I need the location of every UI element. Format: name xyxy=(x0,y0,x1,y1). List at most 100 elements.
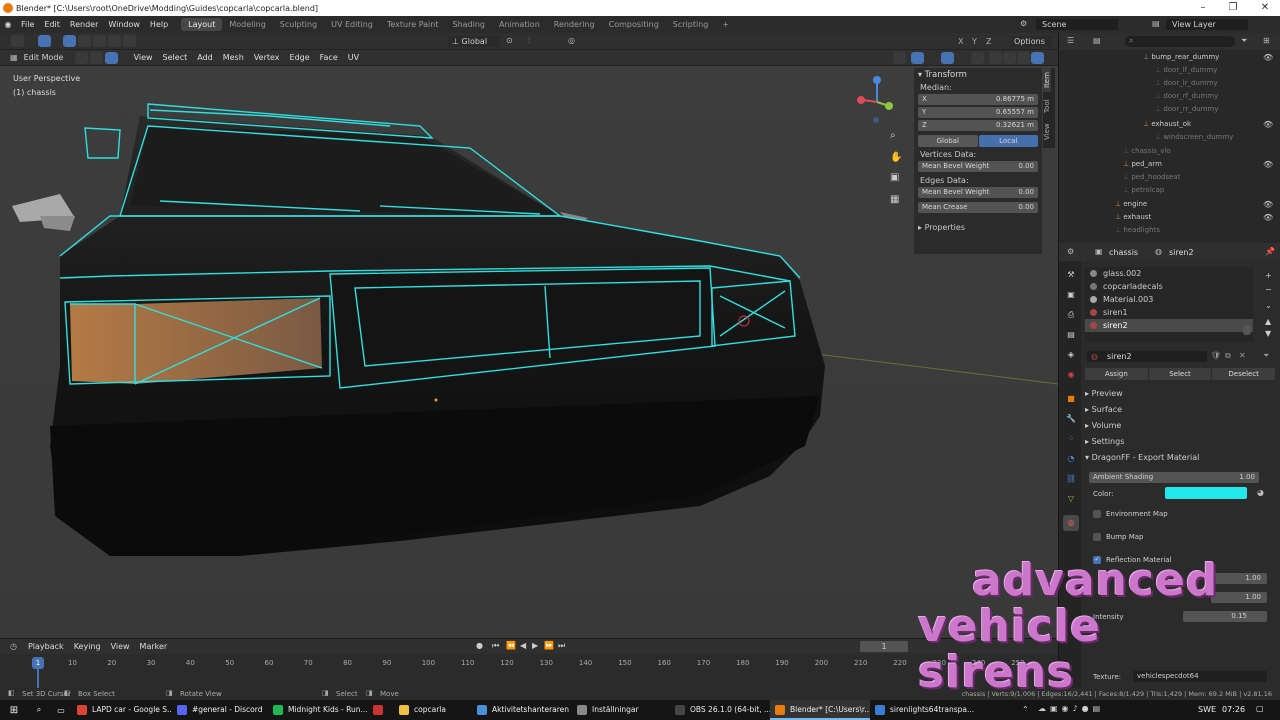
playhead[interactable]: 1 xyxy=(32,657,44,669)
data-tab-icon[interactable]: ▽ xyxy=(1063,491,1079,507)
add-workspace-icon[interactable]: + xyxy=(715,18,736,31)
outliner-item[interactable]: ⊥ ped_arm xyxy=(1123,158,1162,171)
taskbar-search-icon[interactable]: ⌕ xyxy=(28,705,50,715)
record-icon[interactable]: ● xyxy=(476,641,483,650)
bump-map-checkbox[interactable]: Bump Map xyxy=(1093,533,1144,541)
rendered-shading-icon[interactable] xyxy=(1030,52,1045,66)
edge-bevel-weight-field[interactable]: Mean Bevel Weight 0.00 xyxy=(918,187,1038,198)
modifier-tab-icon[interactable]: 🔧 xyxy=(1063,411,1079,427)
scene-name[interactable]: Scene xyxy=(1036,19,1118,30)
filter-material-icon[interactable]: ⏷ xyxy=(1263,351,1269,361)
taskbar-app[interactable]: Aktivitetshanteraren xyxy=(472,700,572,720)
environment-map-checkbox[interactable]: Environment Map xyxy=(1093,510,1168,518)
reflection-material-checkbox[interactable]: ✓ Reflection Material xyxy=(1093,556,1172,564)
filter-icon[interactable]: ⏷ xyxy=(1241,36,1247,46)
material-slot[interactable]: glass.002 xyxy=(1085,267,1253,280)
x-mirror-toggle[interactable]: X xyxy=(958,37,963,46)
menu-render[interactable]: Render xyxy=(65,20,103,29)
tab-texture-paint[interactable]: Texture Paint xyxy=(380,18,446,31)
physics-tab-icon[interactable]: ◔ xyxy=(1063,451,1079,467)
tab-shading[interactable]: Shading xyxy=(445,18,492,31)
taskbar-app[interactable]: Midnight Kids - Run... xyxy=(268,700,368,720)
visibility-eye-icon[interactable]: 👁 xyxy=(1263,213,1273,222)
move-slot-up-icon[interactable]: ▲ xyxy=(1265,317,1271,326)
menu-marker[interactable]: Marker xyxy=(135,642,173,651)
move-slot-down-icon[interactable]: ▼ xyxy=(1265,329,1271,338)
taskbar-app[interactable]: sirenlights64transpa... xyxy=(870,700,976,720)
outliner-item[interactable]: ⊥ door_rf_dummy xyxy=(1155,90,1218,103)
current-frame-field[interactable]: 1 xyxy=(860,641,908,652)
menu-select[interactable]: Select xyxy=(158,53,193,62)
select-button[interactable]: Select xyxy=(1148,368,1212,380)
display-mode-icon[interactable]: ▤ xyxy=(1093,36,1101,45)
blender-menu-icon[interactable]: ◉ xyxy=(0,20,16,29)
reflection-value-1[interactable]: 1.00 xyxy=(1211,573,1267,584)
tab-uv-editing[interactable]: UV Editing xyxy=(324,18,380,31)
outliner-item[interactable]: ⊥ bump_rear_dummy xyxy=(1143,51,1219,64)
view-layer-name[interactable]: View Layer xyxy=(1166,19,1248,30)
world-tab-icon[interactable]: ◉ xyxy=(1063,367,1079,383)
assign-button[interactable]: Assign xyxy=(1085,368,1148,380)
tab-modeling[interactable]: Modeling xyxy=(222,18,272,31)
next-keyframe-icon[interactable]: ⏩ xyxy=(544,641,554,650)
outliner-item[interactable]: ⊥ exhaust_ok xyxy=(1143,118,1191,131)
object-tab-icon[interactable]: ■ xyxy=(1063,391,1079,407)
select-box-mode-icon[interactable] xyxy=(63,35,76,47)
material-slot[interactable]: Material.003 xyxy=(1085,293,1253,306)
outliner-item[interactable]: ⊥ door_lf_dummy xyxy=(1155,64,1217,77)
visibility-icon[interactable] xyxy=(892,52,907,66)
tab-scripting[interactable]: Scripting xyxy=(666,18,716,31)
properties-editor-icon[interactable]: ⚙ xyxy=(1067,247,1074,256)
outliner-item[interactable]: ⊥ chassis_vlo xyxy=(1123,145,1171,158)
scene-icon[interactable]: ⚙ xyxy=(1020,19,1027,28)
mode-dropdown[interactable]: Edit Mode xyxy=(18,53,74,62)
material-slot-active[interactable]: siren2 xyxy=(1085,319,1253,332)
proportional-edit-icon[interactable]: ◎ xyxy=(568,36,575,45)
taskbar-app[interactable]: #general - Discord xyxy=(172,700,268,720)
jump-end-icon[interactable]: ⏭ xyxy=(558,641,565,651)
color-swatch[interactable] xyxy=(1165,487,1247,499)
wireframe-shading-icon[interactable] xyxy=(988,52,1003,66)
local-toggle[interactable]: Local xyxy=(978,135,1038,147)
options-dropdown[interactable]: Options xyxy=(1010,36,1052,47)
duplicate-material-icon[interactable]: ⧉ xyxy=(1225,351,1231,361)
unlink-material-icon[interactable]: ✕ xyxy=(1239,351,1246,360)
tab-rendering[interactable]: Rendering xyxy=(547,18,602,31)
view-layer-icon[interactable]: ▤ xyxy=(1152,19,1160,28)
tab-layout[interactable]: Layout xyxy=(181,18,223,31)
texture-field[interactable]: vehiclespecdot64 xyxy=(1133,671,1267,682)
outliner-editor-icon[interactable]: ☰ xyxy=(1067,36,1074,45)
solid-shading-icon[interactable] xyxy=(1002,52,1017,66)
jump-start-icon[interactable]: ⏮ xyxy=(492,641,499,651)
menu-timeline-view[interactable]: View xyxy=(106,642,135,651)
outliner-item[interactable]: ⊥ windscreen_dummy xyxy=(1155,131,1233,144)
visibility-eye-icon[interactable]: 👁 xyxy=(1263,160,1273,169)
task-view-icon[interactable]: ▭ xyxy=(50,706,72,715)
language-indicator[interactable]: SWE xyxy=(1198,705,1216,714)
slot-specials-icon[interactable]: ⌄ xyxy=(1265,301,1272,310)
global-toggle[interactable]: Global xyxy=(918,135,978,147)
outliner-item[interactable]: ⊥ petrolcap xyxy=(1123,184,1164,197)
snap-icon[interactable]: ⫶ xyxy=(528,36,530,46)
navigation-gizmo[interactable] xyxy=(852,74,898,124)
visibility-eye-icon[interactable]: 👁 xyxy=(1263,53,1273,62)
windows-start-icon[interactable]: ⊞ xyxy=(0,705,28,716)
taskbar-app[interactable]: Blender* [C:\Users\r... xyxy=(770,700,870,720)
material-shading-icon[interactable] xyxy=(1016,52,1031,66)
material-datablock-field[interactable]: ◍ siren2 xyxy=(1087,351,1207,362)
select-subtract-icon[interactable] xyxy=(93,35,106,47)
taskbar-app[interactable]: copcarla xyxy=(394,700,472,720)
play-reverse-icon[interactable]: ◀ xyxy=(520,641,526,650)
camera-icon[interactable]: ▣ xyxy=(890,172,899,183)
overlay-icon[interactable] xyxy=(940,52,955,66)
taskbar-app[interactable]: Inställningar xyxy=(572,700,670,720)
outliner-item[interactable]: ⊥ ped_hoodseat xyxy=(1123,171,1180,184)
transform-header[interactable]: ▾ Transform xyxy=(914,68,1042,81)
material-slot[interactable]: copcarladecals xyxy=(1085,280,1253,293)
mean-crease-field[interactable]: Mean Crease 0.00 xyxy=(918,202,1038,213)
menu-mesh[interactable]: Mesh xyxy=(218,53,249,62)
taskbar-app[interactable]: OBS 26.1.0 (64-bit, ... xyxy=(670,700,770,720)
tray-chevron-icon[interactable]: ⌃ xyxy=(1022,705,1029,714)
preview-panel-header[interactable]: ▸ Preview xyxy=(1085,389,1123,398)
minimize-icon[interactable]: – xyxy=(1188,0,1218,16)
